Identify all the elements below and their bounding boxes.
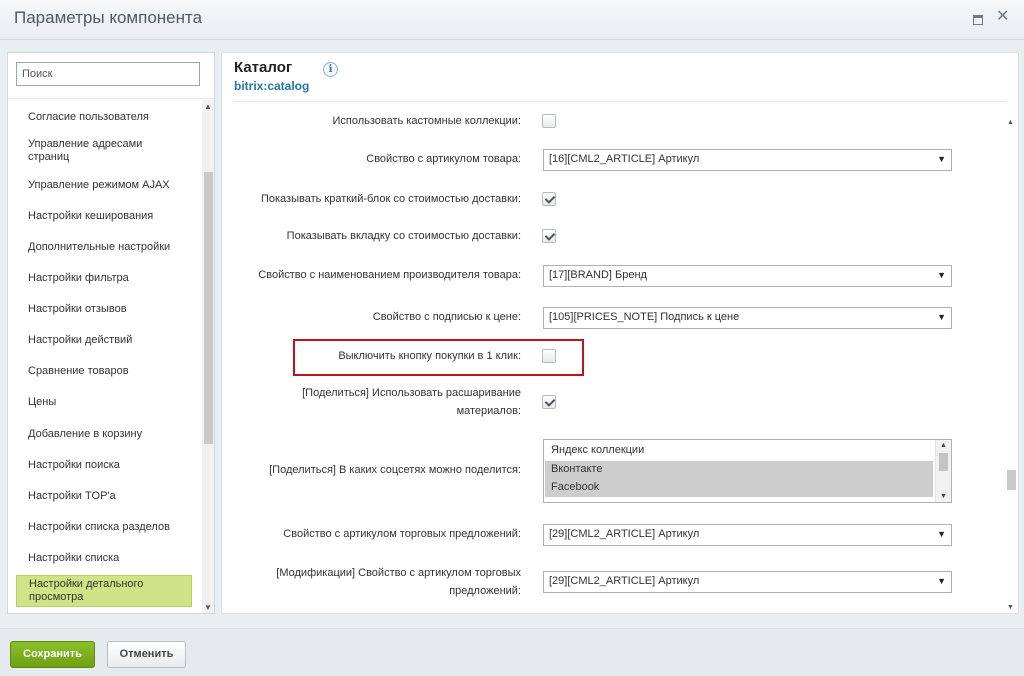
sidebar-item-reviews[interactable]: Настройки отзывов (16, 301, 192, 318)
main-scroll-thumb[interactable] (1007, 470, 1016, 490)
save-button[interactable]: Сохранить (10, 641, 95, 668)
label-price-note: Свойство с подписью к цене: (372, 311, 521, 323)
dialog-title: Параметры компонента (14, 8, 203, 27)
checkbox-one-click[interactable] (542, 349, 556, 363)
listbox-scrollbar[interactable]: ▲ ▼ (935, 440, 951, 502)
select-value: [29][CML2_ARTICLE] Артикул (549, 528, 700, 540)
select-value: [105][PRICES_NOTE] Подпись к цене (549, 311, 740, 323)
label-custom-collections: Использовать кастомные коллекции: (332, 115, 522, 127)
scroll-down-icon[interactable]: ▼ (940, 493, 947, 500)
scroll-up-icon[interactable]: ▲ (204, 102, 212, 111)
sidebar-item-compare[interactable]: Сравнение товаров (16, 363, 192, 380)
settings-panel: Каталог i bitrix:catalog Использовать ка… (221, 52, 1019, 614)
sidebar-item-cache[interactable]: Настройки кеширования (16, 208, 192, 225)
label-delivery-tab: Показывать вкладку со стоимостью доставк… (286, 230, 521, 242)
dropdown-arrow-icon: ▼ (937, 529, 946, 539)
dropdown-arrow-icon: ▼ (937, 154, 946, 164)
sidebar-item-basket[interactable]: Добавление в корзину (16, 426, 192, 443)
sidebar-item-top[interactable]: Настройки TOP'а (16, 488, 192, 505)
label-article-property: Свойство с артикулом товара: (366, 153, 521, 165)
scroll-up-icon[interactable]: ▲ (1007, 119, 1014, 126)
component-id: bitrix:catalog (234, 79, 310, 93)
sidebar-scroll-thumb[interactable] (204, 172, 213, 444)
dialog-footer: Сохранить Отменить (0, 628, 1024, 676)
cancel-button[interactable]: Отменить (107, 641, 186, 668)
label-brand-property: Свойство с наименованием производителя т… (258, 269, 521, 281)
sidebar-item-filter[interactable]: Настройки фильтра (16, 270, 192, 287)
label-one-click: Выключить кнопку покупки в 1 клик: (338, 350, 521, 362)
maximize-icon[interactable] (973, 15, 983, 25)
scroll-up-icon[interactable]: ▲ (940, 442, 947, 449)
label-delivery-brief: Показывать краткий-блок со стоимостью до… (260, 193, 521, 205)
checkbox-share-enable[interactable] (542, 395, 556, 409)
info-icon[interactable]: i (323, 62, 338, 77)
dropdown-arrow-icon: ▼ (937, 576, 946, 586)
sidebar-item-consent[interactable]: Согласие пользователя (16, 109, 192, 126)
select-offer-article[interactable]: [29][CML2_ARTICLE] Артикул ▼ (543, 524, 952, 546)
dropdown-arrow-icon: ▼ (937, 270, 946, 280)
sidebar-item-list[interactable]: Настройки списка (16, 550, 192, 567)
sidebar-item-additional[interactable]: Дополнительные настройки (16, 239, 192, 256)
scroll-down-icon[interactable]: ▼ (1007, 604, 1014, 611)
select-value: [17][BRAND] Бренд (549, 269, 647, 281)
sidebar: Согласие пользователя Управление адресам… (7, 52, 215, 614)
close-icon[interactable]: ✕ (996, 9, 1009, 25)
label-mod-offer-article-line2: предложений: (449, 585, 521, 597)
select-value: [29][CML2_ARTICLE] Артикул (549, 575, 700, 587)
label-mod-offer-article-line1: [Модификации] Свойство с артикулом торго… (276, 567, 521, 579)
select-price-note[interactable]: [105][PRICES_NOTE] Подпись к цене ▼ (543, 307, 952, 329)
label-share-enable-line2: материалов: (456, 405, 521, 417)
listbox-option[interactable]: Яндекс коллекции (545, 442, 933, 460)
sidebar-scrollbar[interactable]: ▲ ▼ (202, 100, 214, 613)
dropdown-arrow-icon: ▼ (937, 312, 946, 322)
header-divider (234, 101, 1006, 102)
scroll-down-icon[interactable]: ▼ (204, 603, 212, 612)
listbox-scroll-thumb[interactable] (939, 453, 948, 471)
listbox-option[interactable]: Вконтакте (545, 461, 933, 479)
component-title: Каталог (234, 59, 293, 76)
search-input[interactable] (16, 62, 200, 86)
sidebar-item-actions[interactable]: Настройки действий (16, 332, 192, 349)
label-share-enable-line1: [Поделиться] Использовать расшаривание (302, 387, 521, 399)
select-article-property[interactable]: [16][CML2_ARTICLE] Артикул ▼ (543, 149, 952, 171)
sidebar-item-sections[interactable]: Настройки списка разделов (16, 519, 192, 536)
select-mod-offer-article[interactable]: [29][CML2_ARTICLE] Артикул ▼ (543, 571, 952, 593)
main-scrollbar[interactable]: ▲ ▼ (1004, 113, 1018, 613)
sidebar-item-sef[interactable]: Управление адресами страниц (16, 136, 192, 166)
sidebar-item-prices[interactable]: Цены (16, 394, 192, 411)
dialog-title-bar: Параметры компонента ✕ (0, 0, 1024, 40)
select-value: [16][CML2_ARTICLE] Артикул (549, 153, 700, 165)
sidebar-item-detail[interactable]: Настройки детального просмотра (16, 575, 192, 607)
sidebar-item-search[interactable]: Настройки поиска (16, 457, 192, 474)
listbox-share-networks[interactable]: Яндекс коллекции Вконтакте Facebook ▲ ▼ (543, 439, 952, 503)
checkbox-delivery-brief[interactable] (542, 192, 556, 206)
label-offer-article: Свойство с артикулом торговых предложени… (283, 528, 521, 540)
listbox-option[interactable]: Facebook (545, 479, 933, 497)
select-brand-property[interactable]: [17][BRAND] Бренд ▼ (543, 265, 952, 287)
search-area (8, 53, 214, 99)
checkbox-delivery-tab[interactable] (542, 229, 556, 243)
checkbox-custom-collections[interactable] (542, 114, 556, 128)
sidebar-item-ajax[interactable]: Управление режимом AJAX (16, 177, 192, 194)
label-share-networks: [Поделиться] В каких соцсетях можно поде… (269, 464, 521, 476)
